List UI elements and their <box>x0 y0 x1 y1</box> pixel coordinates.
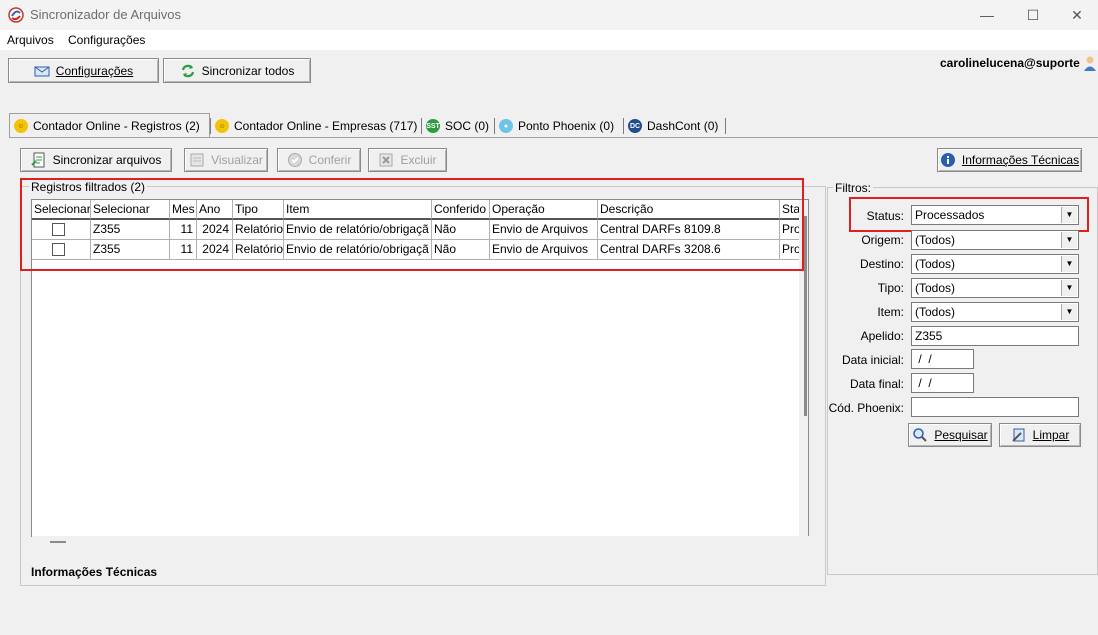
sync-icon <box>181 64 194 77</box>
tipo-select[interactable]: (Todos) ▼ <box>911 278 1079 298</box>
highlight-box <box>20 178 804 271</box>
pesquisar-button[interactable]: Pesquisar <box>908 423 992 447</box>
configuracoes-button[interactable]: Configurações <box>8 58 159 83</box>
item-label: Item: <box>877 305 904 319</box>
limpar-button[interactable]: Limpar <box>999 423 1081 447</box>
sync-all-label: Sincronizar todos <box>201 63 295 78</box>
destino-label: Destino: <box>859 257 904 271</box>
app-logo-icon <box>8 7 24 23</box>
conferir-label: Conferir <box>308 153 352 167</box>
tab-ponto-phoenix[interactable]: ● Ponto Phoenix (0) <box>495 115 618 137</box>
excluir-label: Excluir <box>400 153 437 167</box>
user-name: carolinelucena@suporte <box>940 56 1080 70</box>
tab-separator <box>725 118 726 134</box>
tech-info-label: Informações Técnicas <box>961 153 1080 167</box>
origem-label: Origem: <box>861 233 904 247</box>
settings-mail-icon <box>34 66 50 76</box>
menu-configuracoes[interactable]: Configurações <box>68 33 145 47</box>
sync-files-label: Sincronizar arquivos <box>52 153 162 167</box>
tab-label: Contador Online - Registros (2) <box>33 119 200 133</box>
destino-value: (Todos) <box>915 257 956 271</box>
search-icon <box>913 428 928 442</box>
menu-arquivos[interactable]: Arquivos <box>7 33 54 47</box>
data-inicial-input[interactable]: / / <box>911 349 974 369</box>
tab-dashcont[interactable]: DC DashCont (0) <box>624 115 722 137</box>
maximize-button[interactable]: ☐ <box>1010 0 1056 30</box>
conferir-button[interactable]: Conferir <box>277 148 361 172</box>
configuracoes-label: Configurações <box>55 63 134 78</box>
filters-group-label: Filtros: <box>833 181 873 195</box>
chevron-down-icon[interactable]: ▼ <box>1061 232 1077 248</box>
cod-phoenix-input[interactable] <box>911 397 1079 417</box>
chevron-down-icon[interactable]: ▼ <box>1061 280 1077 296</box>
destino-select[interactable]: (Todos) ▼ <box>911 254 1079 274</box>
delete-icon <box>379 153 393 167</box>
data-final-input[interactable]: / / <box>911 373 974 393</box>
sync-files-button[interactable]: Sincronizar arquivos <box>20 148 172 172</box>
data-final-label: Data final: <box>849 377 904 391</box>
chevron-down-icon[interactable]: ▼ <box>1061 256 1077 272</box>
tab-contador-registros[interactable]: ☺ Contador Online - Registros (2) <box>9 113 210 138</box>
apelido-label: Apelido: <box>860 329 904 343</box>
close-button[interactable]: ✕ <box>1054 0 1098 30</box>
tipo-label: Tipo: <box>877 281 904 295</box>
tab-soc[interactable]: SST SOC (0) <box>422 115 493 137</box>
view-icon <box>190 153 204 167</box>
scrollbar-thumb[interactable] <box>804 216 807 416</box>
data-inicial-label: Data inicial: <box>841 353 904 367</box>
excluir-button[interactable]: Excluir <box>368 148 447 172</box>
item-value: (Todos) <box>915 305 956 319</box>
document-sync-icon <box>30 152 45 168</box>
horizontal-scrollbar[interactable] <box>32 536 809 548</box>
view-button[interactable]: Visualizar <box>184 148 268 172</box>
limpar-label: Limpar <box>1032 428 1070 442</box>
origem-select[interactable]: (Todos) ▼ <box>911 230 1079 250</box>
window-title: Sincronizador de Arquivos <box>30 7 182 22</box>
tab-label: SOC (0) <box>445 119 490 133</box>
check-icon <box>287 153 302 167</box>
clear-icon <box>1011 428 1025 442</box>
minimize-button[interactable]: — <box>964 0 1010 30</box>
sync-all-button[interactable]: Sincronizar todos <box>163 58 311 83</box>
user-icon <box>1084 56 1096 71</box>
tech-info-heading: Informações Técnicas <box>31 565 158 579</box>
view-label: Visualizar <box>211 153 263 167</box>
tab-label: Contador Online - Empresas (717) <box>234 119 418 133</box>
dashcont-badge-icon: DC <box>628 119 642 133</box>
pesquisar-label: Pesquisar <box>934 428 988 442</box>
apelido-input[interactable]: Z355 <box>911 326 1079 346</box>
smiley-icon: ☺ <box>14 119 28 133</box>
tab-contador-empresas[interactable]: ☺ Contador Online - Empresas (717) <box>211 115 421 137</box>
tab-label: Ponto Phoenix (0) <box>518 119 615 133</box>
menu-bar: Arquivos Configurações <box>0 30 1098 50</box>
phoenix-icon: ● <box>499 119 513 133</box>
scrollbar-thumb[interactable] <box>50 541 66 543</box>
highlight-box <box>849 197 1089 232</box>
soc-badge-icon: SST <box>426 119 440 133</box>
chevron-down-icon[interactable]: ▼ <box>1061 304 1077 320</box>
cod-phoenix-label: Cód. Phoenix: <box>828 401 904 415</box>
title-bar: Sincronizador de Arquivos — ☐ ✕ <box>0 0 1098 30</box>
item-select[interactable]: (Todos) ▼ <box>911 302 1079 322</box>
smiley-icon: ☺ <box>215 119 229 133</box>
info-icon <box>940 153 955 167</box>
tipo-value: (Todos) <box>915 281 956 295</box>
tab-label: DashCont (0) <box>647 119 719 133</box>
tech-info-button[interactable]: Informações Técnicas <box>937 148 1082 172</box>
origem-value: (Todos) <box>915 233 956 247</box>
